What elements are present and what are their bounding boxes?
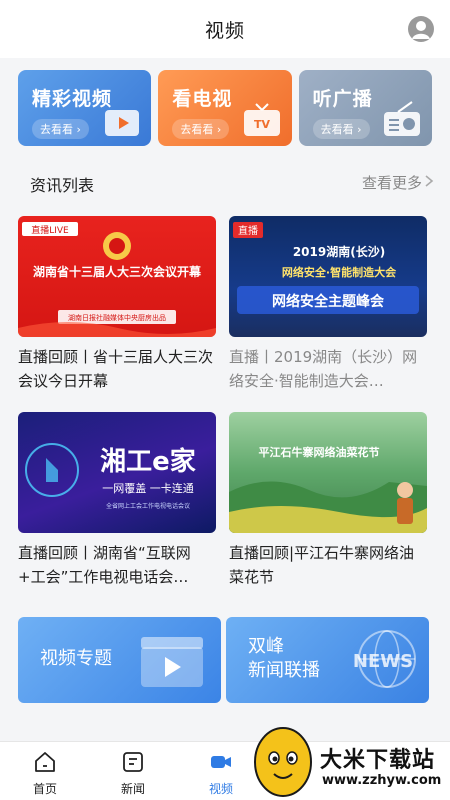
thumb-footer: 湖南日报社融媒体中央厨房出品 [68,313,166,322]
tab-label: 首页 [32,782,57,796]
news-list-header: 资讯列表 查看更多 [0,160,450,204]
watermark-url: www.zzhyw.com [322,773,442,788]
promo-title-line1: 双峰 [248,636,284,657]
tab-label: 新闻 [120,782,145,796]
thumb-headline: 湘工e家 [100,446,196,477]
news-caption: 直播丨2019湖南（长沙）网络安全·智能制造大会… [229,348,418,390]
thumb-small: 全省网上工会工作电视电话会议 [106,502,190,510]
news-caption: 直播回顾丨湖南省“互联网+工会”工作电视电话会… [18,544,191,586]
thumb-line1: 2019湖南(长沙) [293,244,385,259]
category-listen-radio[interactable]: 听广播 去看看 › [298,70,432,146]
news-caption: 直播回顾丨省十三届人大三次会议今日开幕 [18,348,214,390]
news-card[interactable]: 直播LIVE 湖南省十三届人大三次会议开幕 湖南日报社融媒体中央厨房出品 直播回… [18,216,216,393]
radio-icon [383,101,420,136]
video-thumbnail[interactable]: 直播 2019湖南(长沙) 网络安全·智能制造大会 网络安全主题峰会 [229,216,427,337]
video-icon [211,756,231,768]
category-highlight-videos[interactable]: 精彩视频 去看看 › [18,70,152,146]
chevron-right-icon[interactable] [422,174,436,188]
top-bar: 视频 [0,0,450,58]
category-go-button: 去看看 › [32,119,89,139]
video-thumbnail[interactable]: 平江石牛寨网络油菜花节 [229,412,427,533]
news-badge: NEWS [353,651,413,672]
thumb-line3: 网络安全主题峰会 [272,293,385,310]
page-title: 视频 [204,19,245,42]
thumb-headline: 湖南省十三届人大三次会议开幕 [33,264,202,279]
watermark-name: 大米下载站 [320,748,436,773]
news-card[interactable]: 平江石牛寨网络油菜花节 直播回顾|平江石牛寨网络油菜花节 [229,412,427,589]
view-more-link[interactable]: 查看更多 [362,172,422,193]
category-go-button: 去看看 › [312,119,370,139]
category-tiles: 精彩视频 去看看 › 看电视 去看看 › TV 听广播 去看看 › [18,70,432,146]
promo-title-line2: 新闻联播 [248,660,320,681]
mascot-logo [254,727,312,797]
thumb-headline: 平江石牛寨网络油菜花节 [259,445,380,459]
clapperboard-icon [141,637,203,687]
video-topics-banner[interactable]: 视频专题 [18,617,221,703]
tab-news[interactable]: 新闻 [88,742,178,800]
live-badge: 直播 [238,224,258,237]
promo-title: 视频专题 [40,648,112,669]
globe-news-icon: NEWS [353,630,416,688]
shuangfeng-news-banner[interactable]: 双峰 新闻联播 NEWS [226,617,429,703]
tab-home[interactable]: 首页 [0,742,90,800]
live-logo-text: 直播LIVE [31,224,69,236]
section-title: 资讯列表 [30,176,95,195]
thumb-slogan: 一网覆盖 一卡连通 [102,481,194,495]
home-icon [35,752,55,772]
category-watch-tv[interactable]: 看电视 去看看 › TV [158,70,292,146]
thumb-line2: 网络安全·智能制造大会 [282,265,397,279]
video-thumbnail[interactable]: 湘工e家 一网覆盖 一卡连通 全省网上工会工作电视电话会议 [18,412,216,533]
site-watermark: 大米下载站 www.zzhyw.com [246,720,450,800]
news-card[interactable]: 直播 2019湖南(长沙) 网络安全·智能制造大会 网络安全主题峰会 直播丨20… [229,216,427,393]
play-box-icon [105,110,140,136]
news-caption: 直播回顾|平江石牛寨网络油菜花节 [229,544,415,586]
news-icon [123,752,143,772]
video-thumbnail[interactable]: 直播LIVE 湖南省十三届人大三次会议开幕 湖南日报社融媒体中央厨房出品 [18,216,216,337]
user-avatar-icon[interactable] [408,16,434,42]
news-card[interactable]: 湘工e家 一网覆盖 一卡连通 全省网上工会工作电视电话会议 直播回顾丨湖南省“互… [18,412,216,589]
svg-text:TV: TV [254,118,271,131]
tv-icon: TV [243,103,280,136]
category-go-button: 去看看 › [172,119,230,139]
